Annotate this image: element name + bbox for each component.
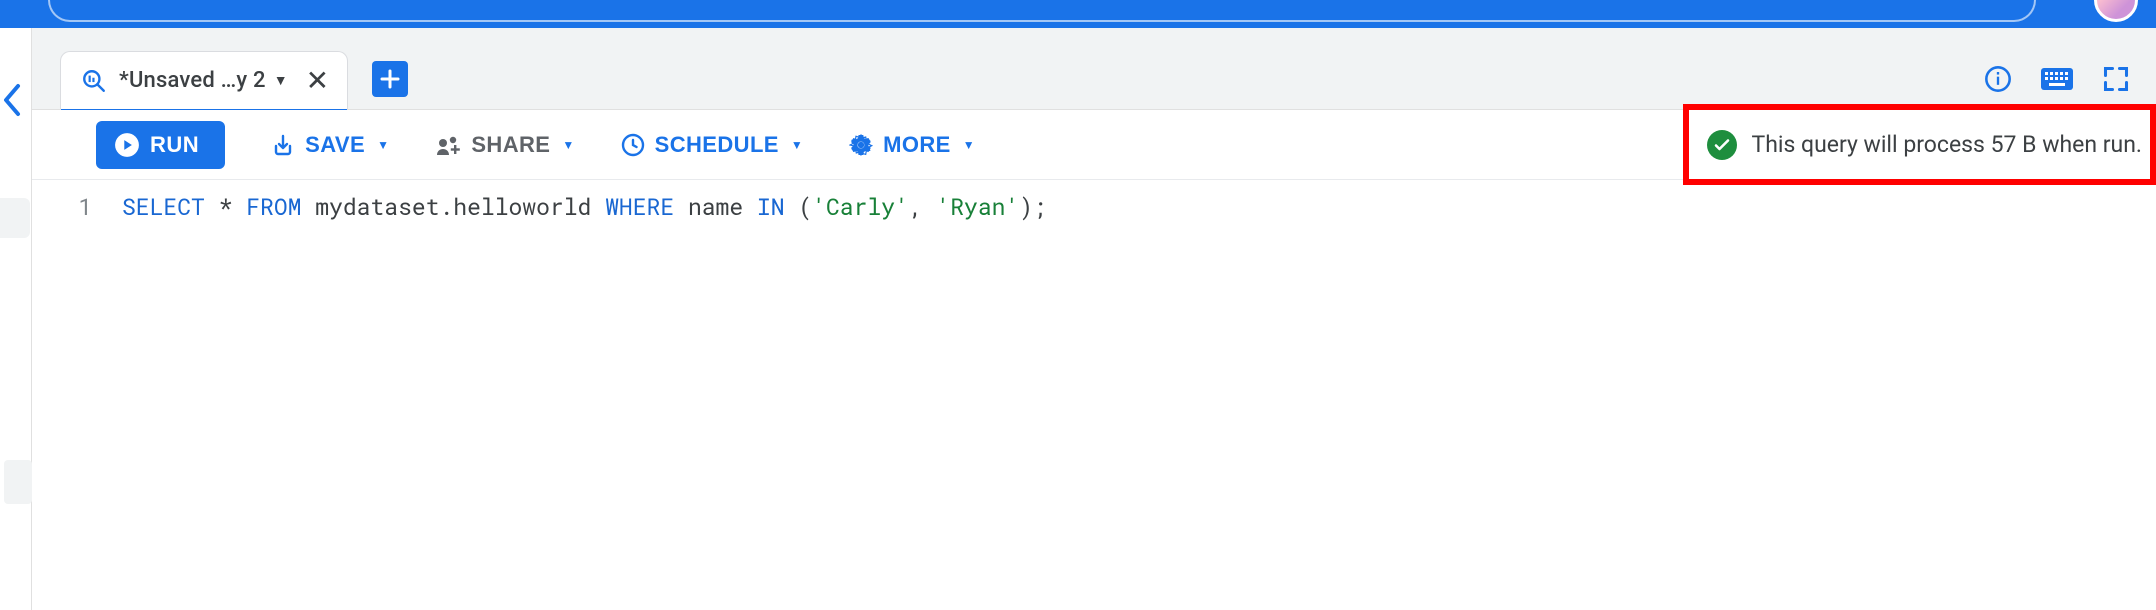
check-circle-icon <box>1707 130 1737 160</box>
play-icon <box>114 132 140 158</box>
editor-toolbar: RUN SAVE ▼ SHARE ▼ SCHEDULE ▼ <box>32 110 2156 180</box>
close-icon[interactable]: ✕ <box>306 64 329 97</box>
fullscreen-icon[interactable] <box>2102 65 2130 93</box>
more-button[interactable]: MORE ▼ <box>849 121 975 169</box>
add-tab-button[interactable] <box>372 61 408 97</box>
schedule-icon <box>621 133 645 157</box>
more-label: MORE <box>883 132 951 158</box>
tab-strip-actions <box>1984 65 2130 93</box>
run-label: RUN <box>150 132 199 158</box>
chevron-down-icon[interactable]: ▼ <box>274 72 288 89</box>
share-icon <box>435 133 461 157</box>
line-number: 1 <box>32 192 92 222</box>
save-label: SAVE <box>305 132 365 158</box>
info-icon[interactable] <box>1984 65 2012 93</box>
share-button[interactable]: SHARE ▼ <box>435 121 574 169</box>
query-validation-status: This query will process 57 B when run. <box>1683 104 2156 185</box>
left-rail <box>0 28 32 610</box>
save-icon <box>271 133 295 157</box>
schedule-button[interactable]: SCHEDULE ▼ <box>621 121 804 169</box>
line-gutter: 1 <box>32 192 122 610</box>
tab-strip: *Unsaved …y 2 ▼ ✕ <box>32 28 2156 110</box>
tab-active-query[interactable]: *Unsaved …y 2 ▼ ✕ <box>60 51 348 109</box>
query-icon <box>81 68 107 94</box>
sidebar-item-placeholder <box>0 198 30 238</box>
chevron-down-icon: ▼ <box>562 138 574 152</box>
gear-icon <box>849 133 873 157</box>
chevron-down-icon: ▼ <box>963 138 975 152</box>
chevron-down-icon: ▼ <box>791 138 803 152</box>
main-area: *Unsaved …y 2 ▼ ✕ RUN <box>32 28 2156 610</box>
tab-label: *Unsaved …y 2 <box>119 68 266 93</box>
share-label: SHARE <box>471 132 550 158</box>
keyboard-icon[interactable] <box>2040 67 2074 91</box>
chevron-down-icon: ▼ <box>377 138 389 152</box>
save-button[interactable]: SAVE ▼ <box>271 121 389 169</box>
run-button[interactable]: RUN <box>96 121 225 169</box>
avatar[interactable] <box>2094 0 2138 22</box>
status-text: This query will process 57 B when run. <box>1751 131 2142 158</box>
code-content[interactable]: SELECT * FROM mydataset.helloworld WHERE… <box>122 192 1047 610</box>
top-app-bar <box>0 0 2156 28</box>
chevron-left-icon[interactable] <box>0 82 22 118</box>
schedule-label: SCHEDULE <box>655 132 779 158</box>
sidebar-item-placeholder <box>4 460 32 504</box>
code-line[interactable]: SELECT * FROM mydataset.helloworld WHERE… <box>122 192 1047 222</box>
sql-editor[interactable]: 1 SELECT * FROM mydataset.helloworld WHE… <box>32 180 2156 610</box>
